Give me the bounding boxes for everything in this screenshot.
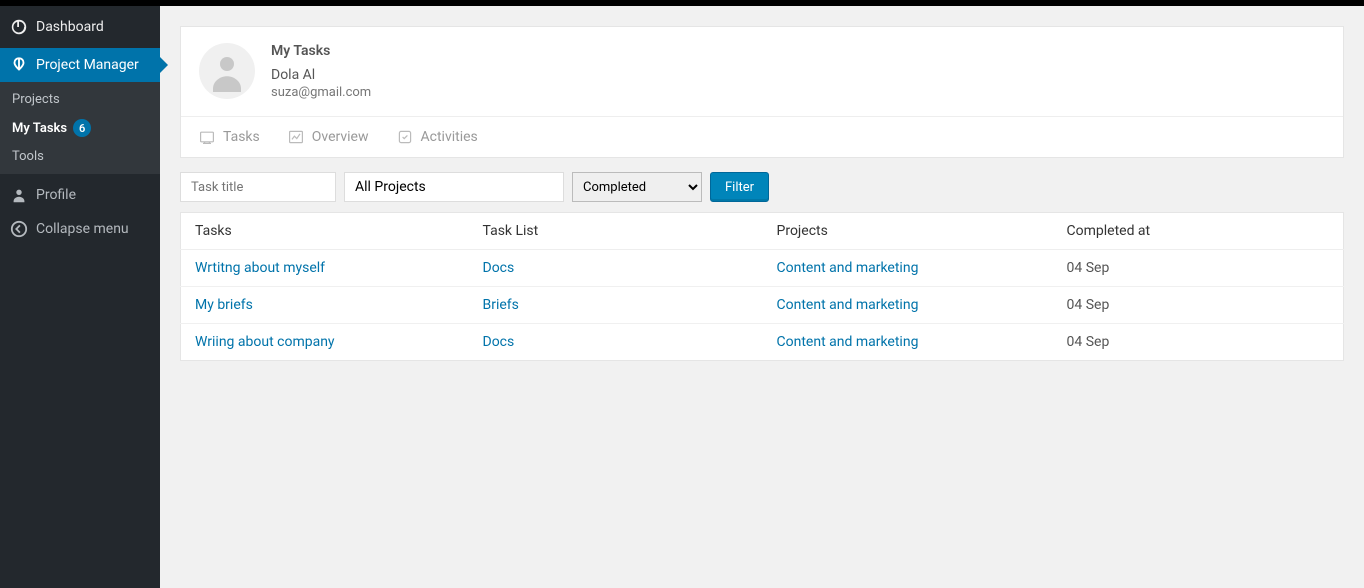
table-header-row: Tasks Task List Projects Completed at xyxy=(181,213,1344,250)
col-projects: Projects xyxy=(765,213,1055,250)
admin-sidebar: Dashboard Project Manager Projects My Ta… xyxy=(0,6,160,588)
sidebar-item-project-manager[interactable]: Project Manager xyxy=(0,48,160,82)
sidebar-label-project-manager: Project Manager xyxy=(36,57,139,73)
sidebar-sub-tools[interactable]: Tools xyxy=(0,143,160,170)
table-row: My briefs Briefs Content and marketing 0… xyxy=(181,287,1344,324)
sidebar-item-collapse[interactable]: Collapse menu xyxy=(0,212,160,246)
tasks-count-badge: 6 xyxy=(73,119,91,137)
filter-button[interactable]: Filter xyxy=(710,172,769,202)
overview-tab-icon xyxy=(288,129,304,145)
task-link[interactable]: Wriing about company xyxy=(195,334,335,350)
table-row: Wriing about company Docs Content and ma… xyxy=(181,324,1344,361)
user-panel: My Tasks Dola Al suza@gmail.com Tasks Ov xyxy=(180,26,1344,158)
col-tasks: Tasks xyxy=(181,213,471,250)
profile-icon xyxy=(10,186,28,204)
tab-overview[interactable]: Overview xyxy=(288,129,369,145)
task-list-link[interactable]: Docs xyxy=(483,334,515,350)
table-body: Wrtitng about myself Docs Content and ma… xyxy=(181,250,1344,361)
tasks-tab-icon xyxy=(199,129,215,145)
user-email: suza@gmail.com xyxy=(271,85,371,100)
tab-tasks[interactable]: Tasks xyxy=(199,129,260,145)
task-link[interactable]: My briefs xyxy=(195,297,253,313)
project-link[interactable]: Content and marketing xyxy=(777,334,919,350)
dashboard-icon xyxy=(10,18,28,36)
project-link[interactable]: Content and marketing xyxy=(777,260,919,276)
completed-date: 04 Sep xyxy=(1055,324,1344,361)
completed-date: 04 Sep xyxy=(1055,250,1344,287)
main-content: My Tasks Dola Al suza@gmail.com Tasks Ov xyxy=(160,6,1364,588)
sidebar-sub-label: Tools xyxy=(12,149,44,164)
task-link[interactable]: Wrtitng about myself xyxy=(195,260,325,276)
task-list-link[interactable]: Briefs xyxy=(483,297,519,313)
tab-activities[interactable]: Activities xyxy=(397,129,478,145)
sidebar-item-dashboard[interactable]: Dashboard xyxy=(0,6,160,48)
user-header: My Tasks Dola Al suza@gmail.com xyxy=(181,27,1343,116)
view-tabs: Tasks Overview Activities xyxy=(181,116,1343,157)
sidebar-label-profile: Profile xyxy=(36,187,76,203)
user-name: Dola Al xyxy=(271,67,371,83)
tasks-table: Tasks Task List Projects Completed at Wr… xyxy=(180,212,1344,361)
sidebar-bottom: Profile Collapse menu xyxy=(0,178,160,246)
sidebar-sub-label: Projects xyxy=(12,92,60,107)
project-select[interactable]: All Projects xyxy=(344,172,564,202)
task-title-input[interactable] xyxy=(180,172,336,202)
sidebar-label-dashboard: Dashboard xyxy=(36,19,104,35)
page-title: My Tasks xyxy=(271,43,371,59)
user-info: My Tasks Dola Al suza@gmail.com xyxy=(271,43,371,100)
tab-label: Tasks xyxy=(223,129,260,145)
sidebar-sub-projects[interactable]: Projects xyxy=(0,86,160,113)
sidebar-label-collapse: Collapse menu xyxy=(36,221,129,237)
avatar xyxy=(199,43,255,99)
status-select[interactable]: Completed xyxy=(572,172,702,202)
sidebar-submenu: Projects My Tasks 6 Tools xyxy=(0,82,160,174)
collapse-icon xyxy=(10,220,28,238)
filter-row: All Projects Completed Filter xyxy=(180,172,1344,202)
project-select-value: All Projects xyxy=(355,179,426,195)
table-row: Wrtitng about myself Docs Content and ma… xyxy=(181,250,1344,287)
sidebar-item-profile[interactable]: Profile xyxy=(0,178,160,212)
col-task-list: Task List xyxy=(471,213,765,250)
completed-date: 04 Sep xyxy=(1055,287,1344,324)
sidebar-sub-label: My Tasks xyxy=(12,121,67,136)
task-list-link[interactable]: Docs xyxy=(483,260,515,276)
project-link[interactable]: Content and marketing xyxy=(777,297,919,313)
project-manager-icon xyxy=(10,56,28,74)
tab-label: Overview xyxy=(312,129,369,145)
col-completed-at: Completed at xyxy=(1055,213,1344,250)
activities-tab-icon xyxy=(397,129,413,145)
tab-label: Activities xyxy=(421,129,478,145)
sidebar-sub-my-tasks[interactable]: My Tasks 6 xyxy=(0,113,160,143)
